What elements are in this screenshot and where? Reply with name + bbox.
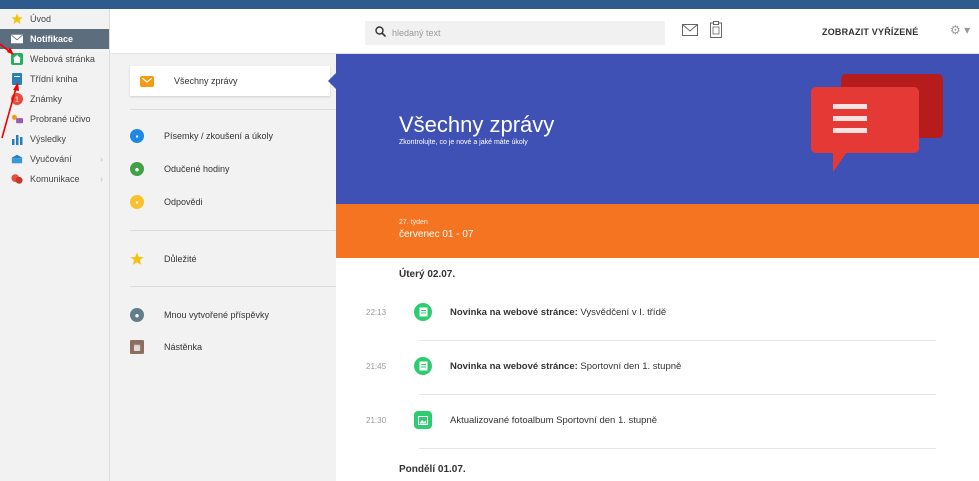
nav-important[interactable]: Důležité (130, 244, 197, 274)
divider (419, 394, 936, 395)
nav-label: Důležité (164, 254, 197, 264)
search-placeholder: hledaný text (392, 28, 441, 38)
nav-label: Nástěnka (164, 342, 203, 352)
page-subtitle: Zkontrolujte, co je nové a jaké máte úko… (399, 139, 528, 146)
message-text: Aktualizované fotoalbum Sportovní den 1.… (450, 414, 658, 426)
nav-board[interactable]: ▦ Nástěnka (130, 332, 202, 362)
nav-replies[interactable]: ▪ Odpovědi (130, 187, 203, 217)
chevron-right-icon: › (100, 174, 103, 184)
post-icon: ● (130, 308, 144, 322)
envelope-icon[interactable] (682, 24, 698, 39)
annotation-arrow (0, 43, 19, 139)
message-row[interactable]: 22:13 Novinka na webové stránce: Vysvědč… (366, 300, 936, 324)
divider (130, 286, 336, 287)
document-icon (414, 357, 432, 375)
photo-icon (414, 411, 432, 429)
envelope-icon (140, 75, 154, 87)
person-icon: ● (130, 162, 144, 176)
nav-label: Všechny zprávy (174, 76, 238, 86)
sidebar-item-label: Probrané učivo (30, 114, 91, 124)
chat-bubble-icon (811, 74, 943, 172)
sidebar-item-label: Vyučování (30, 154, 72, 164)
top-accent-bar (0, 0, 979, 9)
star-icon (11, 13, 23, 25)
message-text: Sportovní den 1. stupně (577, 360, 682, 372)
week-bar: 27. týden červenec 01 - 07 (336, 204, 979, 258)
sidebar-item-label: Známky (30, 94, 63, 104)
message-time: 22:13 (366, 307, 387, 317)
sidebar-item-label: Webová stránka (30, 54, 95, 64)
message-row[interactable]: 21:30 Aktualizované fotoalbum Sportovní … (366, 408, 936, 432)
week-label: 27. týden (399, 219, 428, 226)
day-heading: Úterý 02.07. (399, 269, 456, 280)
top-header: hledaný text ZOBRAZIT VYŘÍZENÉ ⚙ ▾ (110, 9, 979, 54)
message-type: Novinka na webové stránce: (450, 360, 578, 372)
sidebar-item-label: Výsledky (30, 134, 67, 144)
divider (130, 109, 336, 110)
document-icon: ▪ (130, 129, 144, 143)
main-content: Všechny zprávy Zkontrolujte, co je nové … (336, 54, 979, 481)
message-type: Novinka na webové stránce: (450, 306, 578, 318)
message-row[interactable]: 21:45 Novinka na webové stránce: Sportov… (366, 354, 936, 378)
sidebar-item-uvod[interactable]: Úvod (0, 9, 109, 29)
show-resolved-button[interactable]: ZOBRAZIT VYŘÍZENÉ (822, 27, 918, 37)
school-icon (11, 153, 23, 165)
message-time: 21:30 (366, 415, 387, 425)
notification-nav: Všechny zprávy ▪ Písemky / zkoušení a úk… (110, 54, 336, 481)
sidebar-item-label: Úvod (30, 14, 52, 24)
nav-label: Odučené hodiny (164, 164, 230, 174)
day-heading: Pondělí 01.07. (399, 464, 466, 475)
banner: Všechny zprávy Zkontrolujte, co je nové … (336, 54, 979, 204)
nav-label: Mnou vytvořené příspěvky (164, 310, 270, 320)
message-time: 21:45 (366, 361, 387, 371)
sidebar-item-label: Komunikace (30, 174, 80, 184)
search-input[interactable]: hledaný text (365, 21, 665, 45)
gear-icon[interactable]: ⚙ ▾ (950, 23, 970, 37)
divider (130, 230, 336, 231)
message-text: Vysvědčení v I. třídě (577, 306, 667, 318)
board-icon: ▦ (130, 340, 144, 354)
selection-pointer (328, 73, 336, 89)
sidebar-item-label: Třídní kniha (30, 74, 78, 84)
sidebar-item-vyucovani[interactable]: Vyučování › (0, 149, 109, 169)
sidebar-item-label: Notifikace (30, 34, 74, 44)
nav-label: Odpovědi (164, 197, 203, 207)
chevron-right-icon: › (100, 154, 103, 164)
document-icon (414, 303, 432, 321)
nav-all-messages[interactable]: Všechny zprávy (130, 66, 330, 96)
nav-taught-lessons[interactable]: ● Odučené hodiny (130, 154, 230, 184)
week-range: červenec 01 - 07 (399, 229, 474, 240)
sidebar-item-komunikace[interactable]: Komunikace › (0, 169, 109, 189)
star-icon (130, 252, 144, 266)
reply-icon: ▪ (130, 195, 144, 209)
divider (419, 340, 936, 341)
search-icon (375, 26, 387, 40)
nav-my-posts[interactable]: ● Mnou vytvořené příspěvky (130, 300, 269, 330)
divider (419, 448, 936, 449)
page-title: Všechny zprávy (399, 112, 555, 137)
nav-label: Písemky / zkoušení a úkoly (164, 131, 274, 141)
clipboard-icon[interactable] (710, 21, 722, 41)
chat-icon (11, 173, 23, 185)
nav-tests-tasks[interactable]: ▪ Písemky / zkoušení a úkoly (130, 121, 273, 151)
